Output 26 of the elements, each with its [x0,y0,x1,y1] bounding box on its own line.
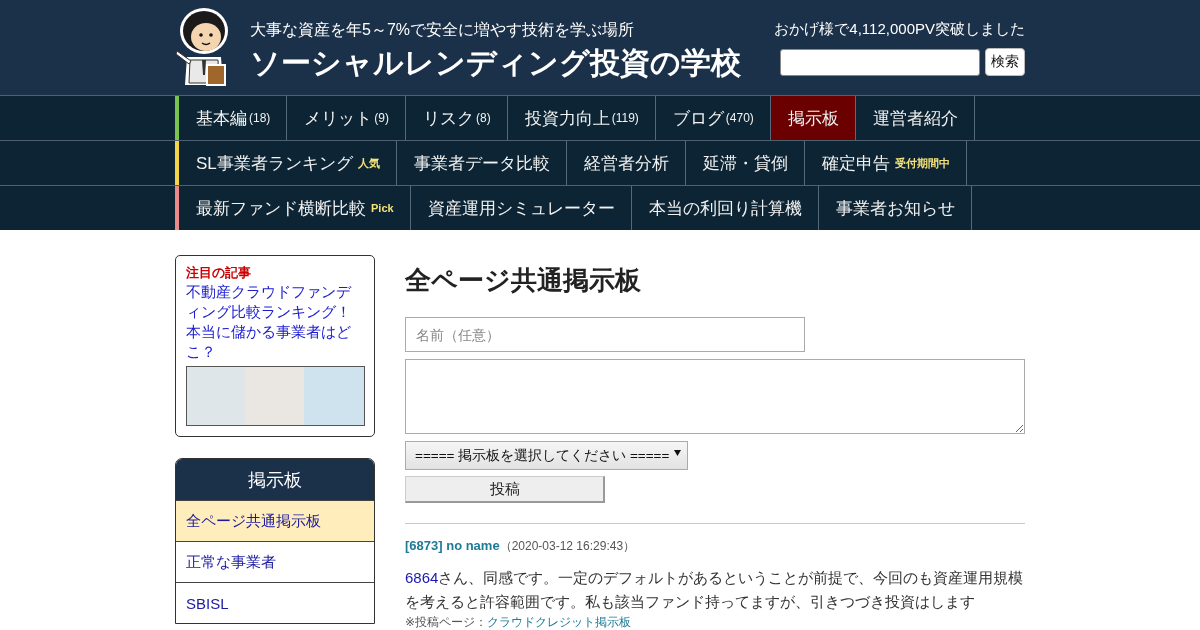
board-menu-item[interactable]: 全ページ共通掲示板 [176,500,374,541]
board-select[interactable]: ===== 掲示板を選択してください ===== [405,441,689,470]
caret-icon [674,449,682,456]
page-title: 全ページ共通掲示板 [405,265,641,296]
nav-tab[interactable]: 最新ファンド横断比較 Pick [179,186,411,230]
board-menu-title: 掲示板 [176,459,374,500]
source-link[interactable]: クラウドクレジット掲示板 [487,615,632,629]
pageview-notice: おかげ様で4,112,000PV突破しました [774,19,1025,39]
name-field[interactable]: 名前（任意） [405,317,805,352]
post-date: （2020-03-12 16:29:43） [499,538,636,555]
message-field[interactable] [405,359,1025,434]
post-text: 6864さん、同感です。一定のデフォルトがあるということが前提で、今回のも資産運用規模を考えると許容範囲です。私も該当ファンド持ってますが、引きつづき投資はします [405,568,1025,612]
post-author-link[interactable]: [6873] no name [405,537,500,555]
site-tagline: 大事な資産を年5～7%で安全に増やす技術を学ぶ場所 [250,20,636,40]
featured-label: 注目の記事 [186,265,252,282]
reply-link[interactable]: 6864 [405,569,439,586]
nav-tab[interactable]: 本当の利回り計算機 [631,186,819,230]
featured-article-link[interactable]: 不動産クラウドファンディング比較ランキング！本当に儲かる事業者はどこ？ [186,282,365,362]
site-title: ソーシャルレンディング投資の学校 [250,45,741,81]
nav-tab[interactable]: 事業者お知らせ [818,186,972,230]
nav-tab[interactable]: 資産運用シミュレーター [410,186,632,230]
nav-tab[interactable]: 掲示板 [770,96,856,140]
submit-button[interactable]: 投稿 [405,476,605,503]
search-button[interactable]: 検索 [985,48,1025,76]
source-note: ※投稿ページ：クラウドクレジット掲示板 [405,615,632,629]
search-field[interactable] [780,48,980,76]
